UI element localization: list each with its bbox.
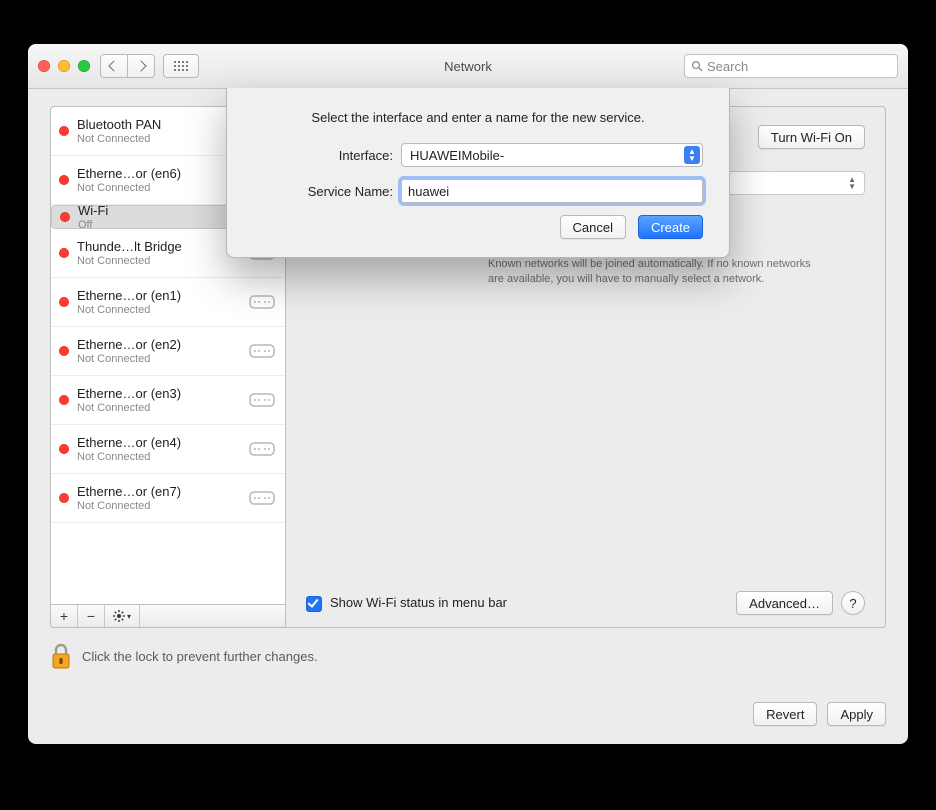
- service-text: Etherne…or (en6)Not Connected: [77, 166, 247, 194]
- remove-service-button[interactable]: −: [78, 605, 105, 627]
- status-dot-icon: [59, 175, 69, 185]
- status-dot-icon: [59, 297, 69, 307]
- ask-join-subtext: Known networks will be joined automatica…: [488, 257, 818, 287]
- service-status: Not Connected: [77, 133, 247, 145]
- footer: Revert Apply: [753, 702, 886, 726]
- window-controls: [38, 60, 90, 72]
- cancel-button[interactable]: Cancel: [560, 215, 626, 239]
- chevron-left-icon: [108, 60, 119, 71]
- service-name-value: huawei: [408, 184, 449, 199]
- service-row[interactable]: Etherne…or (en2)Not Connected: [51, 327, 285, 376]
- wifi-toggle-button[interactable]: Turn Wi-Fi On: [758, 125, 865, 149]
- service-name: Etherne…or (en1): [77, 288, 247, 303]
- service-name: Etherne…or (en3): [77, 386, 247, 401]
- service-text: Wi-FiOff: [78, 203, 246, 231]
- service-name: Etherne…or (en7): [77, 484, 247, 499]
- service-name: Wi-Fi: [78, 203, 246, 218]
- interface-popup[interactable]: HUAWEIMobile- ▲▼: [401, 143, 703, 167]
- service-name-field[interactable]: huawei: [401, 179, 703, 203]
- show-all-button[interactable]: [163, 54, 199, 78]
- nav-group: [100, 54, 155, 78]
- zoom-window-button[interactable]: [78, 60, 90, 72]
- service-status: Not Connected: [77, 353, 247, 365]
- service-status: Not Connected: [77, 402, 247, 414]
- service-row[interactable]: Etherne…or (en3)Not Connected: [51, 376, 285, 425]
- service-text: Etherne…or (en4)Not Connected: [77, 435, 247, 463]
- new-service-sheet: Select the interface and enter a name fo…: [226, 88, 730, 258]
- close-window-button[interactable]: [38, 60, 50, 72]
- minimize-window-button[interactable]: [58, 60, 70, 72]
- search-placeholder: Search: [707, 59, 748, 74]
- interface-row: Interface: HUAWEIMobile- ▲▼: [253, 143, 703, 167]
- service-row[interactable]: Etherne…or (en4)Not Connected: [51, 425, 285, 474]
- gear-icon: ▾: [113, 610, 131, 622]
- service-text: Etherne…or (en1)Not Connected: [77, 288, 247, 316]
- service-status: Not Connected: [77, 451, 247, 463]
- status-dot-icon: [59, 126, 69, 136]
- service-type-icon: [247, 391, 277, 409]
- add-service-button[interactable]: +: [51, 605, 78, 627]
- service-text: Thunde…lt BridgeNot Connected: [77, 239, 247, 267]
- service-name: Thunde…lt Bridge: [77, 239, 247, 254]
- service-actions-button[interactable]: ▾: [105, 605, 140, 627]
- detail-bottom-bar: Show Wi-Fi status in menu bar Advanced… …: [306, 591, 865, 615]
- service-name-label: Service Name:: [253, 184, 393, 199]
- interface-label: Interface:: [253, 148, 393, 163]
- service-type-icon: [247, 489, 277, 507]
- service-type-icon: [247, 440, 277, 458]
- apply-button[interactable]: Apply: [827, 702, 886, 726]
- status-dot-icon: [59, 395, 69, 405]
- show-menu-bar-checkbox[interactable]: [306, 596, 322, 612]
- service-name: Etherne…or (en6): [77, 166, 247, 181]
- service-name: Bluetooth PAN: [77, 117, 247, 132]
- updown-icon: ▲▼: [848, 176, 856, 190]
- service-name: Etherne…or (en4): [77, 435, 247, 450]
- back-button[interactable]: [100, 54, 128, 78]
- lock-icon[interactable]: [50, 642, 72, 670]
- help-button[interactable]: ?: [841, 591, 865, 615]
- advanced-button[interactable]: Advanced…: [736, 591, 833, 615]
- service-type-icon: [247, 293, 277, 311]
- service-text: Etherne…or (en2)Not Connected: [77, 337, 247, 365]
- service-status: Not Connected: [77, 182, 247, 194]
- status-dot-icon: [59, 346, 69, 356]
- status-dot-icon: [59, 248, 69, 258]
- chevron-right-icon: [135, 60, 146, 71]
- show-menu-bar-label: Show Wi-Fi status in menu bar: [330, 595, 507, 610]
- status-dot-icon: [59, 444, 69, 454]
- network-pref-window: Network Search Bluetooth PANNot Connecte…: [28, 44, 908, 744]
- status-dot-icon: [60, 212, 70, 222]
- service-text: Bluetooth PANNot Connected: [77, 117, 247, 145]
- create-button[interactable]: Create: [638, 215, 703, 239]
- list-footer: + − ▾: [51, 604, 285, 627]
- lock-row: Click the lock to prevent further change…: [50, 642, 886, 670]
- search-icon: [691, 60, 703, 72]
- service-text: Etherne…or (en7)Not Connected: [77, 484, 247, 512]
- search-field[interactable]: Search: [684, 54, 898, 78]
- service-row[interactable]: Etherne…or (en7)Not Connected: [51, 474, 285, 523]
- titlebar: Network Search: [28, 44, 908, 89]
- revert-button[interactable]: Revert: [753, 702, 817, 726]
- status-dot-icon: [59, 493, 69, 503]
- service-status: Not Connected: [77, 304, 247, 316]
- service-text: Etherne…or (en3)Not Connected: [77, 386, 247, 414]
- service-row[interactable]: Etherne…or (en1)Not Connected: [51, 278, 285, 327]
- service-type-icon: [247, 342, 277, 360]
- grid-icon: [174, 61, 188, 71]
- service-status: Not Connected: [77, 255, 247, 267]
- menu-bar-row: Show Wi-Fi status in menu bar: [306, 595, 507, 612]
- sheet-prompt: Select the interface and enter a name fo…: [253, 110, 703, 125]
- popup-arrows-icon: ▲▼: [684, 146, 700, 164]
- lock-text: Click the lock to prevent further change…: [82, 649, 318, 664]
- service-name-row: Service Name: huawei: [253, 179, 703, 203]
- sheet-actions: Cancel Create: [253, 215, 703, 239]
- forward-button[interactable]: [128, 54, 155, 78]
- interface-value: HUAWEIMobile-: [410, 148, 504, 163]
- service-status: Not Connected: [77, 500, 247, 512]
- service-name: Etherne…or (en2): [77, 337, 247, 352]
